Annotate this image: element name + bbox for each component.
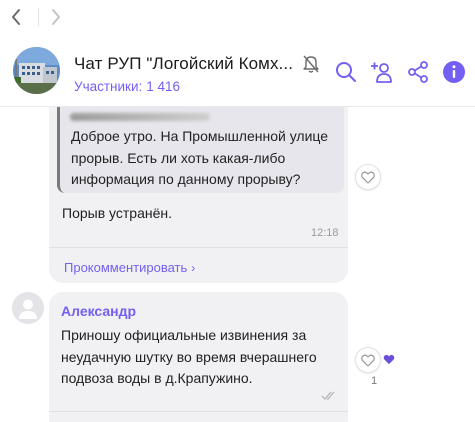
sender-name[interactable]: Александр — [61, 303, 136, 319]
heart-outline-icon — [361, 171, 375, 184]
sender-avatar[interactable] — [12, 292, 44, 324]
chevron-right-icon: › — [191, 260, 196, 275]
forward-button[interactable] — [44, 5, 68, 29]
search-icon — [336, 62, 356, 82]
top-navigation — [0, 0, 475, 34]
info-button[interactable] — [441, 59, 467, 85]
share-button[interactable] — [405, 59, 431, 85]
message-bubble[interactable]: Александр Приношу официальные извинения … — [49, 292, 348, 422]
comment-link-label: Прокомментировать — [64, 260, 188, 275]
back-button[interactable] — [4, 5, 28, 29]
message-text: Порыв устранён. — [62, 205, 172, 221]
quoted-message[interactable]: Доброе утро. На Промышленной улице проры… — [57, 107, 344, 193]
muted-bell-icon — [300, 53, 322, 75]
nav-separator — [38, 8, 39, 26]
comment-link[interactable]: Прокомментировать › — [64, 260, 195, 275]
chat-avatar[interactable] — [13, 47, 60, 94]
liked-indicator[interactable] — [377, 347, 401, 371]
chat-header: Чат РУП "Логойский Комх... Участники: 1 4… — [0, 34, 475, 107]
members-count[interactable]: Участники: 1 416 — [74, 79, 184, 94]
message-text: Приношу официальные извинения за неудачн… — [61, 327, 317, 386]
chevron-left-icon — [12, 9, 20, 25]
message-list[interactable]: Доброе утро. На Промышленной улице проры… — [0, 107, 475, 422]
message-time: 12:18 — [311, 227, 339, 239]
quoted-text: Доброе утро. На Промышленной улице проры… — [71, 128, 329, 187]
search-button[interactable] — [333, 59, 359, 85]
delivered-check-icon — [321, 388, 337, 400]
quoted-author-blurred — [70, 113, 210, 121]
members-number: 1 416 — [146, 79, 181, 94]
heart-filled-icon — [383, 354, 395, 364]
chat-title[interactable]: Чат РУП "Логойский Комх... — [74, 54, 293, 74]
message-bubble[interactable]: Доброе утро. На Промышленной улице проры… — [49, 107, 348, 283]
like-button[interactable] — [355, 164, 381, 190]
share-icon — [408, 61, 428, 83]
bubble-divider — [49, 247, 348, 248]
like-count: 1 — [371, 375, 378, 387]
add-member-button[interactable] — [369, 59, 395, 85]
info-icon — [443, 61, 465, 83]
bubble-divider — [49, 411, 348, 412]
heart-outline-icon — [361, 354, 375, 367]
members-label: Участники: — [74, 79, 143, 94]
chevron-right-icon — [52, 9, 60, 25]
add-member-icon — [371, 62, 392, 83]
user-placeholder-icon — [19, 299, 37, 319]
